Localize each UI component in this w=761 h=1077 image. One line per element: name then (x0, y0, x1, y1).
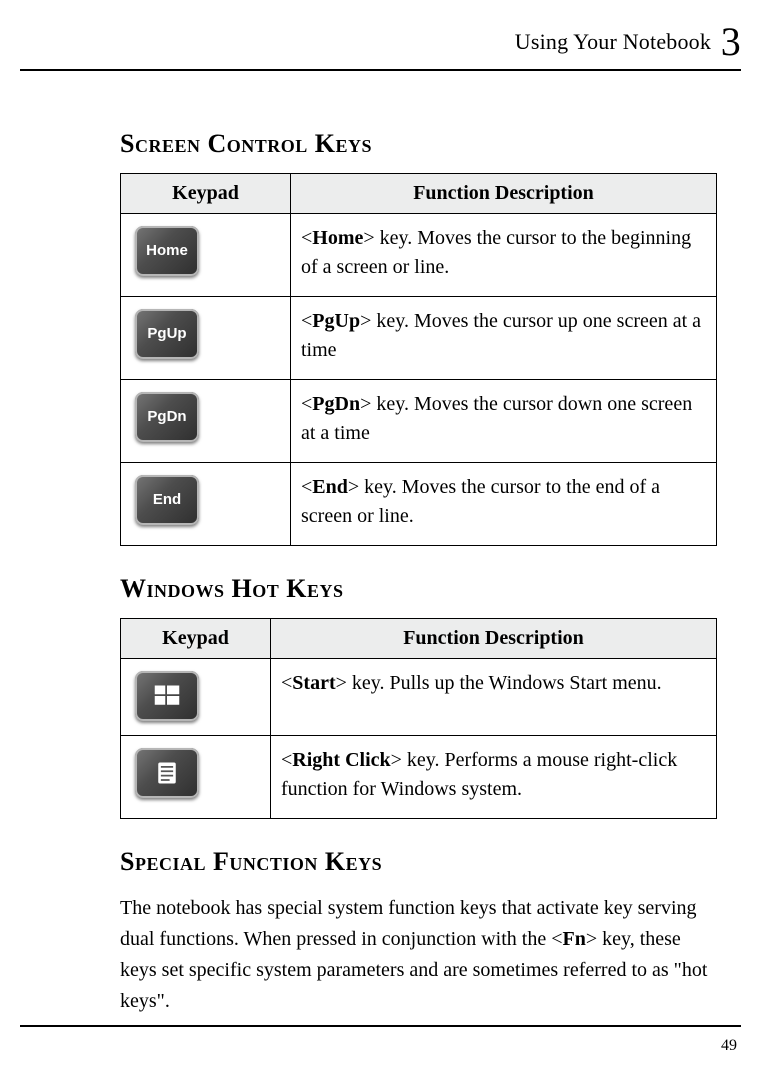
desc-text: key. Moves the cursor up one screen at a… (301, 310, 701, 361)
pgdn-key-icon: PgDn (135, 392, 199, 442)
page-number: 49 (721, 1037, 737, 1055)
key-name: Start (292, 672, 335, 694)
desc-text: key. Pulls up the Windows Start menu. (347, 672, 662, 694)
table-row: PgDn <PgDn> key. Moves the cursor down o… (121, 380, 717, 463)
chapter-number: 3 (721, 19, 741, 64)
keypad-cell: PgUp (121, 297, 291, 380)
home-key-icon: Home (135, 226, 199, 276)
section-title-screen: Screen Control Keys (120, 129, 717, 159)
table-row: <Start> key. Pulls up the Windows Start … (121, 659, 717, 736)
screen-keys-table: Keypad Function Description Home <Home> … (120, 173, 717, 546)
table-row: PgUp <PgUp> key. Moves the cursor up one… (121, 297, 717, 380)
keypad-cell (121, 659, 271, 736)
running-head-title: Using Your Notebook (515, 29, 711, 54)
pgup-key-icon: PgUp (135, 309, 199, 359)
th-keypad: Keypad (121, 619, 271, 659)
table-row: <Right Click> key. Performs a mouse righ… (121, 736, 717, 819)
desc-cell: <Right Click> key. Performs a mouse righ… (271, 736, 717, 819)
running-head: Using Your Notebook 3 (20, 18, 741, 71)
th-keypad: Keypad (121, 174, 291, 214)
end-key-icon: End (135, 475, 199, 525)
desc-cell: <PgDn> key. Moves the cursor down one sc… (291, 380, 717, 463)
fn-key-name: Fn (563, 928, 586, 950)
key-name: End (312, 476, 348, 498)
context-menu-icon (135, 748, 199, 798)
section-title-special: Special Function Keys (120, 847, 717, 877)
special-body: The notebook has special system function… (120, 893, 717, 1017)
page: Using Your Notebook 3 Screen Control Key… (0, 0, 761, 1077)
desc-cell: <Home> key. Moves the cursor to the begi… (291, 214, 717, 297)
th-function: Function Description (271, 619, 717, 659)
key-name: Right Click (292, 749, 390, 771)
keypad-cell (121, 736, 271, 819)
table-row: Home <Home> key. Moves the cursor to the… (121, 214, 717, 297)
desc-text: key. Moves the cursor down one screen at… (301, 393, 692, 444)
key-name: PgDn (312, 393, 360, 415)
desc-text: key. Moves the cursor to the end of a sc… (301, 476, 660, 527)
content-area: Screen Control Keys Keypad Function Desc… (20, 71, 741, 1017)
keypad-cell: PgDn (121, 380, 291, 463)
footer-rule (20, 1025, 741, 1027)
section-title-windows: Windows Hot Keys (120, 574, 717, 604)
keypad-cell: Home (121, 214, 291, 297)
desc-cell: <Start> key. Pulls up the Windows Start … (271, 659, 717, 736)
th-function: Function Description (291, 174, 717, 214)
windows-keys-table: Keypad Function Description <Start> key.… (120, 618, 717, 819)
desc-cell: <PgUp> key. Moves the cursor up one scre… (291, 297, 717, 380)
desc-cell: <End> key. Moves the cursor to the end o… (291, 463, 717, 546)
keypad-cell: End (121, 463, 291, 546)
key-name: PgUp (312, 310, 360, 332)
key-name: Home (312, 227, 363, 249)
table-row: End <End> key. Moves the cursor to the e… (121, 463, 717, 546)
windows-logo-icon (135, 671, 199, 721)
